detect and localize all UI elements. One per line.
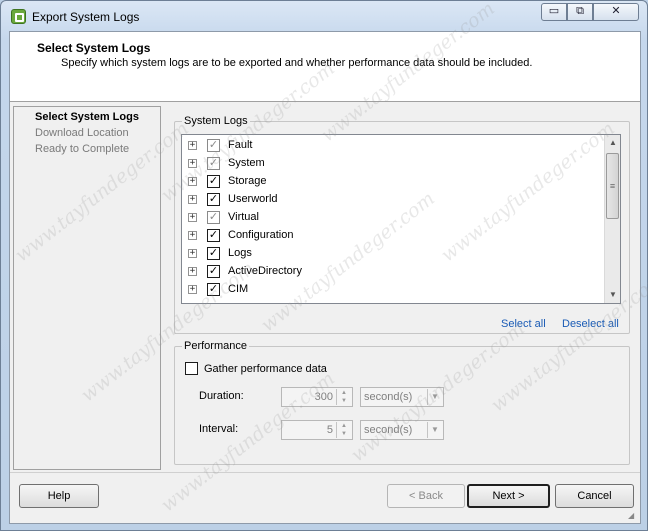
dialog-client-area: Select System Logs Specify which system … (9, 31, 641, 524)
system-logs-tree[interactable]: + ✓ Fault + ✓ System + ✓ Storage + ✓ Use… (181, 134, 621, 304)
tree-item-configuration[interactable]: + ✓ Configuration (188, 227, 598, 245)
interval-unit-select[interactable]: second(s) ▼ (360, 420, 444, 440)
expand-icon[interactable]: + (188, 285, 197, 294)
expand-icon[interactable]: + (188, 231, 197, 240)
expand-icon[interactable]: + (188, 177, 197, 186)
window-title: Export System Logs (32, 10, 140, 24)
tree-item-label: Logs (228, 247, 252, 259)
gather-performance-checkbox[interactable] (185, 362, 198, 375)
tree-scrollbar[interactable]: ▲ ≡ ▼ (604, 135, 620, 303)
back-button[interactable]: < Back (387, 484, 465, 508)
performance-legend: Performance (182, 340, 249, 352)
interval-unit-value: second(s) (364, 424, 413, 436)
step-select-system-logs[interactable]: Select System Logs (35, 111, 139, 123)
gather-performance-label: Gather performance data (204, 363, 327, 375)
title-bar[interactable]: Export System Logs ▭ ⧉ ✕ (1, 1, 647, 31)
app-icon (11, 9, 26, 24)
expand-icon[interactable]: + (188, 195, 197, 204)
wizard-steps-panel: Select System Logs Download Location Rea… (13, 106, 161, 470)
scroll-down-icon[interactable]: ▼ (608, 290, 618, 300)
next-button[interactable]: Next > (467, 484, 550, 508)
duration-stepper[interactable]: 300 ▲ ▼ (281, 387, 353, 407)
tree-item-label: Storage (228, 175, 267, 187)
chevron-down-icon[interactable]: ▼ (427, 389, 442, 405)
system-logs-legend: System Logs (182, 115, 250, 127)
chevron-down-icon[interactable]: ▼ (427, 422, 442, 438)
footer-divider (10, 472, 640, 473)
tree-item-cim[interactable]: + ✓ CIM (188, 281, 598, 299)
checkbox-logs[interactable]: ✓ (207, 247, 220, 260)
expand-icon[interactable]: + (188, 141, 197, 150)
duration-unit-select[interactable]: second(s) ▼ (360, 387, 444, 407)
interval-value: 5 (326, 424, 333, 436)
duration-unit-value: second(s) (364, 391, 413, 403)
expand-icon[interactable]: + (188, 249, 197, 258)
performance-group: Performance Gather performance data Dura… (174, 340, 630, 465)
checkbox-activedirectory[interactable]: ✓ (207, 265, 220, 278)
tree-item-label: Userworld (228, 193, 278, 205)
checkbox-cim[interactable]: ✓ (207, 283, 220, 296)
tree-item-label: Fault (228, 139, 253, 151)
maximize-button[interactable]: ⧉ (567, 3, 593, 21)
close-button[interactable]: ✕ (593, 3, 639, 21)
checkbox-fault[interactable]: ✓ (207, 139, 220, 152)
tree-item-storage[interactable]: + ✓ Storage (188, 173, 598, 191)
select-all-link[interactable]: Select all (501, 318, 546, 330)
expand-icon[interactable]: + (188, 213, 197, 222)
tree-item-system[interactable]: + ✓ System (188, 155, 598, 173)
tree-item-label: ActiveDirectory (228, 265, 302, 277)
checkbox-userworld[interactable]: ✓ (207, 193, 220, 206)
wizard-header: Select System Logs Specify which system … (10, 32, 640, 102)
spinner-arrows-icon[interactable]: ▲ ▼ (336, 422, 351, 438)
minimize-button[interactable]: ▭ (541, 3, 567, 21)
interval-stepper[interactable]: 5 ▲ ▼ (281, 420, 353, 440)
tree-item-label: System (228, 157, 265, 169)
checkbox-system[interactable]: ✓ (207, 157, 220, 170)
scroll-up-icon[interactable]: ▲ (608, 138, 618, 148)
expand-icon[interactable]: + (188, 267, 197, 276)
export-system-logs-window: Export System Logs ▭ ⧉ ✕ Select System L… (0, 0, 648, 531)
expand-icon[interactable]: + (188, 159, 197, 168)
tree-item-label: Configuration (228, 229, 294, 241)
tree-item-userworld[interactable]: + ✓ Userworld (188, 191, 598, 209)
tree-item-label: CIM (228, 283, 249, 295)
tree-item-fault[interactable]: + ✓ Fault (188, 137, 598, 155)
duration-value: 300 (314, 391, 333, 403)
help-button[interactable]: Help (19, 484, 99, 508)
spinner-arrows-icon[interactable]: ▲ ▼ (336, 389, 351, 405)
checkbox-configuration[interactable]: ✓ (207, 229, 220, 242)
deselect-all-link[interactable]: Deselect all (562, 318, 619, 330)
page-title: Select System Logs (37, 41, 151, 55)
system-logs-group: System Logs + ✓ Fault + ✓ System + ✓ Sto… (174, 115, 630, 334)
tree-item-logs[interactable]: + ✓ Logs (188, 245, 598, 263)
cancel-button[interactable]: Cancel (555, 484, 634, 508)
tree-item-activedirectory[interactable]: + ✓ ActiveDirectory (188, 263, 598, 281)
duration-label: Duration: (199, 390, 244, 402)
interval-label: Interval: (199, 423, 239, 435)
page-subtitle: Specify which system logs are to be expo… (61, 57, 533, 69)
resize-grip-icon[interactable]: ◢ (628, 511, 638, 521)
checkbox-virtual[interactable]: ✓ (207, 211, 220, 224)
step-download-location[interactable]: Download Location (35, 127, 129, 139)
scroll-thumb[interactable]: ≡ (606, 153, 619, 219)
tree-item-virtual[interactable]: + ✓ Virtual (188, 209, 598, 227)
checkbox-storage[interactable]: ✓ (207, 175, 220, 188)
step-ready-to-complete[interactable]: Ready to Complete (35, 143, 129, 155)
tree-item-label: Virtual (228, 211, 259, 223)
